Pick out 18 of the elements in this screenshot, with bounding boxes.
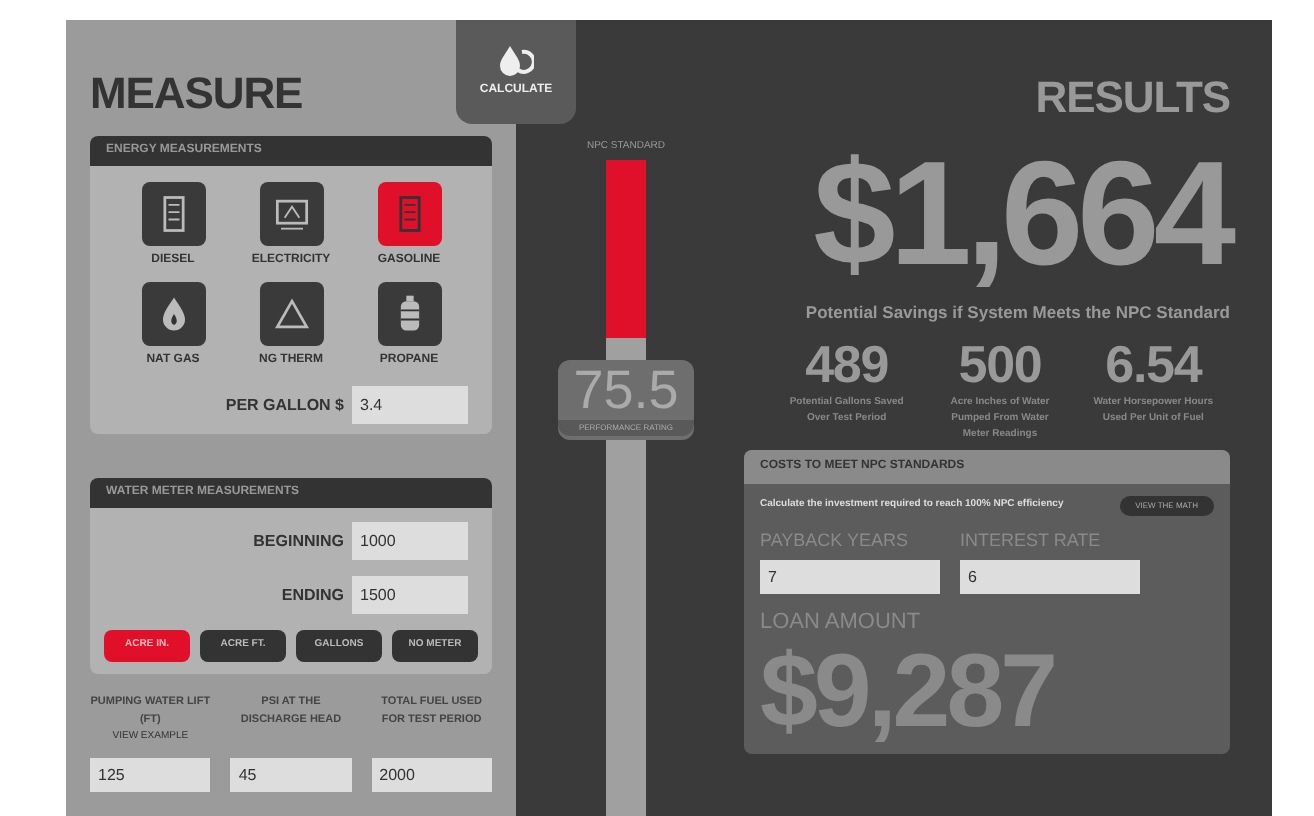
price-field[interactable]: 3.4 — [352, 386, 468, 424]
input-field[interactable]: 6 — [960, 560, 1140, 595]
stat-value: 489 — [805, 337, 889, 390]
field-label: PER GALLON $ — [225, 393, 344, 417]
stat-value: 6.54 — [1105, 337, 1202, 390]
field-label: BEGINNING — [253, 529, 344, 553]
savings-amount: $1,664 — [813, 140, 1230, 288]
input-field[interactable]: 125 — [90, 758, 211, 792]
rating-value: 75.5 — [573, 360, 679, 420]
stat-value: 500 — [958, 337, 1042, 390]
input-field[interactable]: 2000 — [371, 758, 492, 792]
input-field[interactable]: 1000 — [352, 522, 468, 560]
input-field[interactable]: 45 — [230, 758, 352, 792]
input-field[interactable]: 1500 — [352, 576, 468, 614]
savings-caption: Potential Savings if System Meets the NPC Standard — [805, 300, 1230, 326]
input-field[interactable]: 7 — [760, 560, 940, 595]
section-title: RESULTS — [1035, 76, 1230, 120]
field-label: ENDING — [281, 583, 344, 607]
